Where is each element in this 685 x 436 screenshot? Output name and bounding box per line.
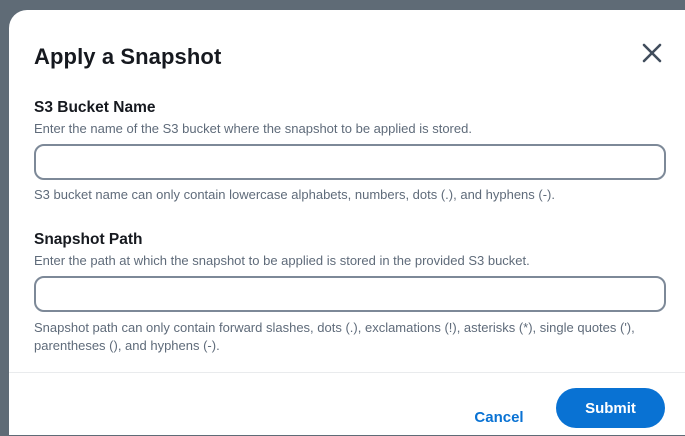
footer-divider <box>9 372 685 373</box>
bucket-name-hint: S3 bucket name can only contain lowercas… <box>34 187 556 202</box>
snapshot-path-label: Snapshot Path <box>34 231 143 248</box>
snapshot-path-input[interactable] <box>34 276 666 312</box>
submit-button[interactable]: Submit <box>556 388 665 428</box>
close-icon <box>642 43 662 63</box>
snapshot-path-description: Enter the path at which the snapshot to … <box>34 253 530 268</box>
bucket-name-label: S3 Bucket Name <box>34 99 156 116</box>
modal-title: Apply a Snapshot <box>34 44 222 69</box>
apply-snapshot-modal: Apply a Snapshot S3 Bucket Name Enter th… <box>9 10 685 435</box>
close-button[interactable] <box>637 38 667 68</box>
bucket-name-input[interactable] <box>34 144 666 180</box>
snapshot-path-hint: Snapshot path can only contain forward s… <box>34 320 635 353</box>
bucket-name-description: Enter the name of the S3 bucket where th… <box>34 121 472 136</box>
cancel-button[interactable]: Cancel <box>461 398 537 436</box>
